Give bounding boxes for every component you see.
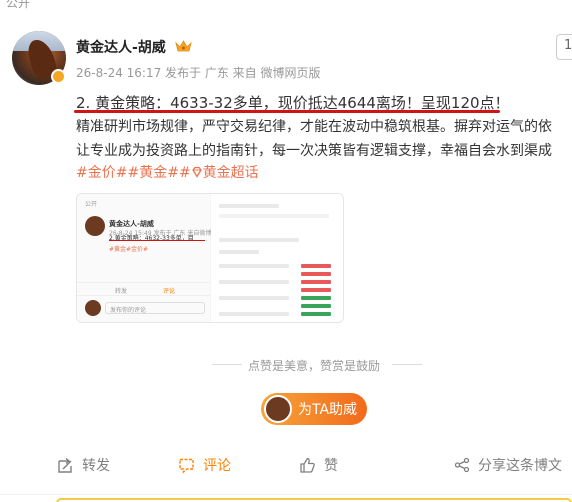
crown-icon: [175, 40, 192, 52]
thumb-hint: 公开: [85, 201, 98, 208]
tag-gold-price[interactable]: #金价#: [76, 165, 127, 181]
thumb-avatar: [85, 216, 105, 236]
post-image-thumbnail[interactable]: 公开 黄金达人-胡威 26-8-24 15:49 发布于 广东 来自微博 2.黄…: [76, 193, 344, 323]
repost-label: 转发: [82, 458, 110, 474]
thumb-comment-input: 发布你的评论: [105, 302, 205, 314]
reward-avatar: [264, 395, 292, 423]
thumb-post-pane: 公开 黄金达人-胡威 26-8-24 15:49 发布于 广东 来自微博 2.黄…: [77, 194, 211, 322]
comment-input-edge[interactable]: [56, 498, 572, 502]
comment-label: 评论: [203, 458, 231, 474]
reward-button-label: 为TA助威: [298, 402, 358, 418]
comment-icon: [179, 458, 194, 474]
like-thumb-icon: [300, 457, 315, 473]
share-icon: [454, 457, 470, 473]
post-tags: #金价##黄金## 黄金超话: [76, 162, 259, 182]
follow-button-edge[interactable]: 1: [556, 34, 572, 60]
thumb-comment-avatar: [85, 300, 101, 316]
supertopic-diamond-icon: [191, 166, 202, 178]
tag-supertopic[interactable]: # 黄金超话: [179, 165, 259, 181]
share-button[interactable]: 分享这条博文: [454, 455, 562, 475]
post-line-2: 精准研判市场规律，严守交易纪律，才能在波动中稳筑根基。摒弃对运气的依: [76, 119, 552, 135]
thumb-red-underline: [109, 240, 205, 241]
divider-left: [212, 364, 242, 365]
thumb-comment: 评论: [163, 288, 176, 295]
repost-icon: [58, 457, 72, 473]
reward-caption: 点赞是美意，赞赏是鼓励: [248, 359, 381, 373]
thumb-tags: #黄金#金价#: [109, 246, 149, 253]
visibility-hint: 公开: [6, 0, 31, 10]
verified-badge-icon: [51, 69, 66, 84]
share-label: 分享这条博文: [478, 458, 562, 474]
username[interactable]: 黄金达人-胡威: [76, 37, 166, 57]
reward-button[interactable]: 为TA助威: [261, 393, 367, 425]
tag-gold[interactable]: #黄金#: [127, 165, 178, 181]
thumb-trading-pane: [211, 194, 343, 322]
repost-button[interactable]: 转发: [57, 455, 110, 475]
red-underline: [74, 110, 500, 113]
post-action-bar: 转发 评论 赞 分享这条博文: [0, 455, 572, 481]
divider-right: [392, 364, 422, 365]
thumb-repost: 转发: [115, 288, 128, 295]
comment-button[interactable]: 评论: [178, 455, 231, 475]
like-label: 赞: [324, 458, 338, 474]
like-button[interactable]: 赞: [299, 455, 338, 475]
post-line-3: 让专业成为投资路上的指南针，每一次决策皆有逻辑支撑，幸福自会水到渠成: [76, 143, 552, 159]
thumb-action-bar: 转发 评论: [77, 282, 210, 296]
post-meta: 26-8-24 16:17 发布于 广东 来自 微博网页版: [76, 66, 321, 80]
